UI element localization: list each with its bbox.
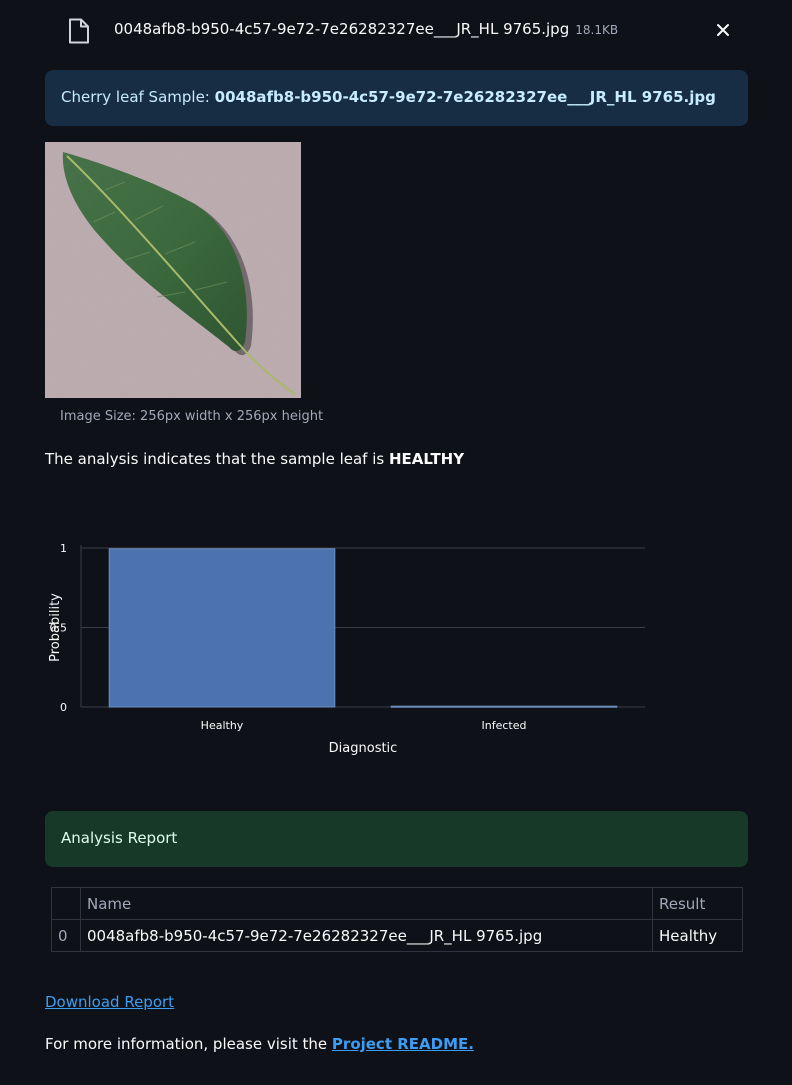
- sample-info-filename: 0048afb8-b950-4c57-9e72-7e26282327ee___J…: [214, 88, 716, 106]
- row-name: 0048afb8-b950-4c57-9e72-7e26282327ee___J…: [80, 919, 653, 952]
- y-tick-label: 1: [60, 542, 67, 555]
- bar: [390, 705, 618, 708]
- more-info-text: For more information, please visit the P…: [45, 1035, 474, 1053]
- analysis-report-title: Analysis Report: [61, 829, 178, 847]
- column-header-name: Name: [80, 887, 653, 920]
- analysis-prefix: The analysis indicates that the sample l…: [45, 450, 389, 468]
- uploaded-file-row: 0048afb8-b950-4c57-9e72-7e26282327ee___J…: [0, 0, 792, 62]
- x-tick-label: Healthy: [201, 719, 244, 732]
- row-index: 0: [51, 919, 81, 952]
- analysis-result: HEALTHY: [388, 450, 465, 468]
- analysis-report-alert: Analysis Report: [45, 811, 748, 867]
- probability-bar-chart: 00.51Healthy InfectedDiagnosticProbabilit…: [48, 542, 645, 756]
- leaf-sample-image: [45, 142, 301, 398]
- x-tick-label: Infected: [482, 719, 527, 732]
- more-info-prefix: For more information, please visit the: [45, 1035, 332, 1053]
- column-header-result: Result: [652, 887, 743, 920]
- project-readme-link[interactable]: Project README.: [332, 1035, 474, 1053]
- row-result: Healthy: [652, 919, 743, 952]
- sample-info-prefix: Cherry leaf Sample:: [61, 88, 215, 106]
- file-size: 18.1KB: [575, 23, 619, 37]
- column-header-index: [51, 887, 81, 920]
- report-table: Name Result 0 0048afb8-b950-4c57-9e72-7e…: [51, 887, 743, 952]
- bar: [108, 548, 336, 708]
- image-caption: Image Size: 256px width x 256px height: [60, 409, 324, 424]
- y-tick-label: 0: [60, 701, 67, 714]
- uploaded-file-name: 0048afb8-b950-4c57-9e72-7e26282327ee___J…: [114, 20, 618, 38]
- close-icon[interactable]: [713, 20, 733, 40]
- table-header-row: Name Result: [51, 887, 743, 920]
- file-icon: [69, 18, 89, 44]
- sample-info-alert: Cherry leaf Sample: 0048afb8-b950-4c57-9…: [45, 70, 748, 126]
- table-row: 0 0048afb8-b950-4c57-9e72-7e26282327ee__…: [51, 919, 743, 952]
- file-name-text: 0048afb8-b950-4c57-9e72-7e26282327ee___J…: [114, 20, 570, 38]
- x-axis-title: Diagnostic: [329, 741, 398, 756]
- analysis-result-text: The analysis indicates that the sample l…: [45, 450, 464, 468]
- y-axis-title: Probability: [48, 593, 63, 662]
- download-report-link[interactable]: Download Report: [45, 993, 174, 1011]
